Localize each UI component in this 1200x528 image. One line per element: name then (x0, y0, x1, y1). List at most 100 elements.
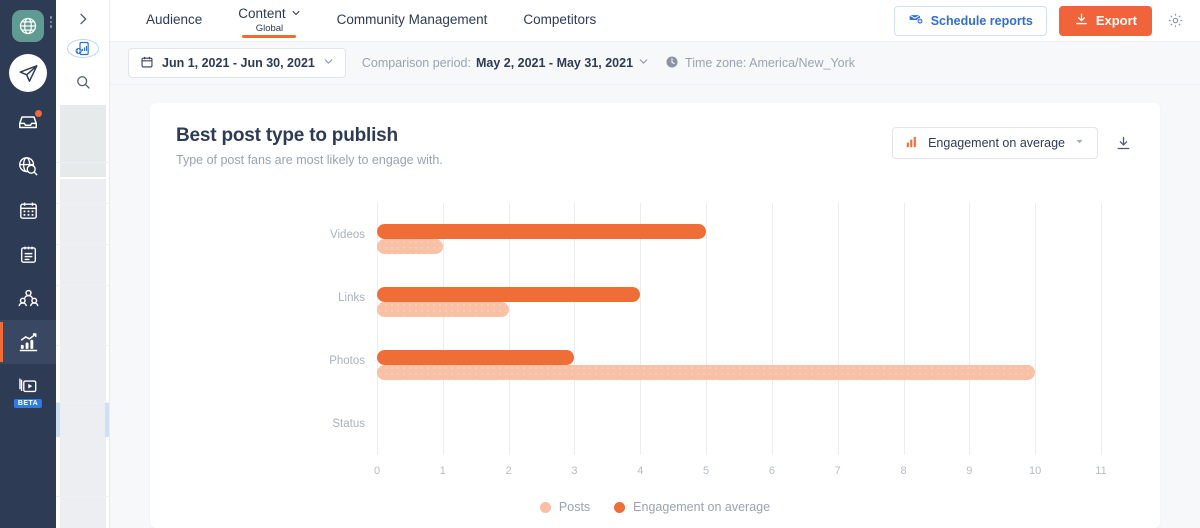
main-region: Audience Content Global Community Manage… (110, 0, 1200, 528)
date-range-value: Jun 1, 2021 - Jun 30, 2021 (162, 56, 315, 70)
nav-placeholder-list (56, 105, 109, 528)
clock-icon (665, 55, 679, 72)
chevron-down-icon (638, 56, 649, 70)
page-title: Best post type to publish (176, 125, 398, 146)
sidebar-item-video[interactable]: BETA (0, 364, 56, 408)
tab-competitors[interactable]: Competitors (505, 0, 614, 41)
nav-active-marker (105, 403, 109, 437)
y-axis-category-label: Status (332, 417, 365, 430)
metric-select[interactable]: Engagement on average (892, 127, 1098, 159)
bar-chart: 0 1 2 3 4 5 6 7 8 9 10 11 Videos Links Photos Status Po… (150, 177, 1160, 528)
comparison-label: Comparison period: (361, 56, 471, 70)
primary-nav-rail: BETA (0, 0, 56, 528)
comparison-value: May 2, 2021 - May 31, 2021 (475, 56, 634, 70)
inbox-unread-badge (34, 109, 43, 118)
beta-tag: BETA (13, 399, 43, 408)
export-button[interactable]: Export (1058, 5, 1152, 36)
chart-bar[interactable] (377, 223, 707, 239)
tab-content[interactable]: Content Global (220, 0, 318, 41)
gear-icon[interactable] (1164, 10, 1186, 32)
nav-active-marker (56, 403, 60, 437)
x-axis-tick-label: 2 (505, 465, 512, 477)
y-axis-category-label: Photos (329, 354, 365, 367)
x-axis-tick-label: 4 (637, 465, 644, 477)
chart-bar[interactable] (377, 286, 641, 302)
more-vertical-icon[interactable] (49, 16, 52, 28)
sidebar-item-tasks[interactable] (0, 232, 56, 276)
x-axis-tick-label: 6 (768, 465, 775, 477)
top-actions: Schedule reports Export (893, 5, 1186, 36)
bar-chart-icon (905, 135, 919, 152)
metric-select-label: Engagement on average (928, 136, 1065, 150)
chart-bar[interactable] (377, 349, 575, 365)
chart-gridline (771, 203, 773, 455)
brand-logo[interactable] (8, 8, 52, 44)
chart-gridline (640, 203, 642, 455)
chart-gridline (574, 203, 576, 455)
x-axis-tick-label: 7 (834, 465, 841, 477)
card-subtitle: Type of post fans are most likely to eng… (176, 153, 443, 167)
x-axis-tick-label: 1 (439, 465, 446, 477)
card-actions: Engagement on average (892, 125, 1134, 159)
tab-label: Competitors (523, 12, 597, 28)
timezone-label: Time zone: America/New_York (685, 56, 856, 70)
sidebar-item-calendar[interactable] (0, 188, 56, 232)
legend-swatch (614, 501, 626, 513)
nav-placeholder-block (59, 179, 106, 528)
chart-gridline (706, 203, 708, 455)
envelope-clock-icon (908, 11, 924, 30)
section-tabs: Audience Content Global Community Manage… (128, 0, 614, 41)
sidebar-item-analytics[interactable] (0, 320, 56, 364)
export-label: Export (1095, 13, 1137, 28)
x-axis-tick-label: 11 (1095, 465, 1107, 477)
y-axis-category-label: Videos (330, 228, 365, 241)
x-axis-tick-label: 8 (900, 465, 907, 477)
chart-plot-area: 0 1 2 3 4 5 6 7 8 9 10 11 Videos Links Photos Status (329, 203, 1107, 477)
secondary-nav-column (56, 0, 110, 528)
sidebar-item-listening[interactable] (0, 144, 56, 188)
sidebar-item-advocacy[interactable] (0, 276, 56, 320)
x-axis-tick-label: 0 (373, 465, 381, 477)
x-axis-tick-label: 3 (571, 465, 578, 477)
tab-sublabel: Global (255, 22, 284, 34)
download-chart-icon[interactable] (1112, 132, 1134, 154)
date-range-picker[interactable]: Jun 1, 2021 - Jun 30, 2021 (128, 48, 346, 78)
sidebar-item-publish[interactable] (9, 54, 47, 92)
globe-network-logo-icon (12, 10, 44, 42)
search-icon[interactable] (75, 74, 91, 90)
chevron-down-icon (323, 56, 334, 70)
chevron-right-icon[interactable] (75, 11, 91, 27)
comparison-period-selector[interactable]: Comparison period: May 2, 2021 - May 31,… (362, 56, 649, 70)
chart-gridline (508, 203, 510, 455)
chart-legend: Posts Engagement on average (150, 500, 1160, 514)
legend-item-posts[interactable]: Posts (539, 500, 591, 514)
tab-audience[interactable]: Audience (128, 0, 220, 41)
chart-gridline (442, 203, 444, 455)
schedule-reports-button[interactable]: Schedule reports (893, 5, 1047, 36)
tab-community-management[interactable]: Community Management (319, 0, 506, 41)
chevron-down-icon (291, 7, 301, 21)
nav-placeholder-block (59, 105, 106, 177)
chevron-down-icon (1074, 136, 1085, 150)
chart-bar[interactable] (377, 238, 443, 254)
sidebar-item-inbox[interactable] (0, 100, 56, 144)
tab-label: Community Management (336, 12, 488, 28)
chart-gridline (903, 203, 905, 455)
chart-bar[interactable] (377, 364, 1036, 380)
x-axis-tick-label: 9 (966, 465, 973, 477)
best-post-type-card: Best post type to publish Type of post f… (150, 103, 1160, 528)
filter-bar: Jun 1, 2021 - Jun 30, 2021 Comparison pe… (110, 41, 1200, 85)
chart-bar[interactable] (377, 301, 509, 317)
tab-label: Audience (146, 12, 203, 28)
legend-label: Engagement on average (633, 500, 771, 514)
chart-gridline (837, 203, 839, 455)
x-axis-tick-label: 5 (703, 465, 710, 477)
timezone-indicator: Time zone: America/New_York (665, 55, 855, 72)
y-axis-category-label: Links (338, 291, 365, 304)
chart-gridline (969, 203, 971, 455)
tab-label: Content (238, 6, 286, 22)
reports-app-icon[interactable] (66, 39, 99, 58)
legend-swatch (539, 501, 551, 513)
legend-label: Posts (558, 500, 591, 514)
legend-item-engagement[interactable]: Engagement on average (614, 500, 770, 514)
